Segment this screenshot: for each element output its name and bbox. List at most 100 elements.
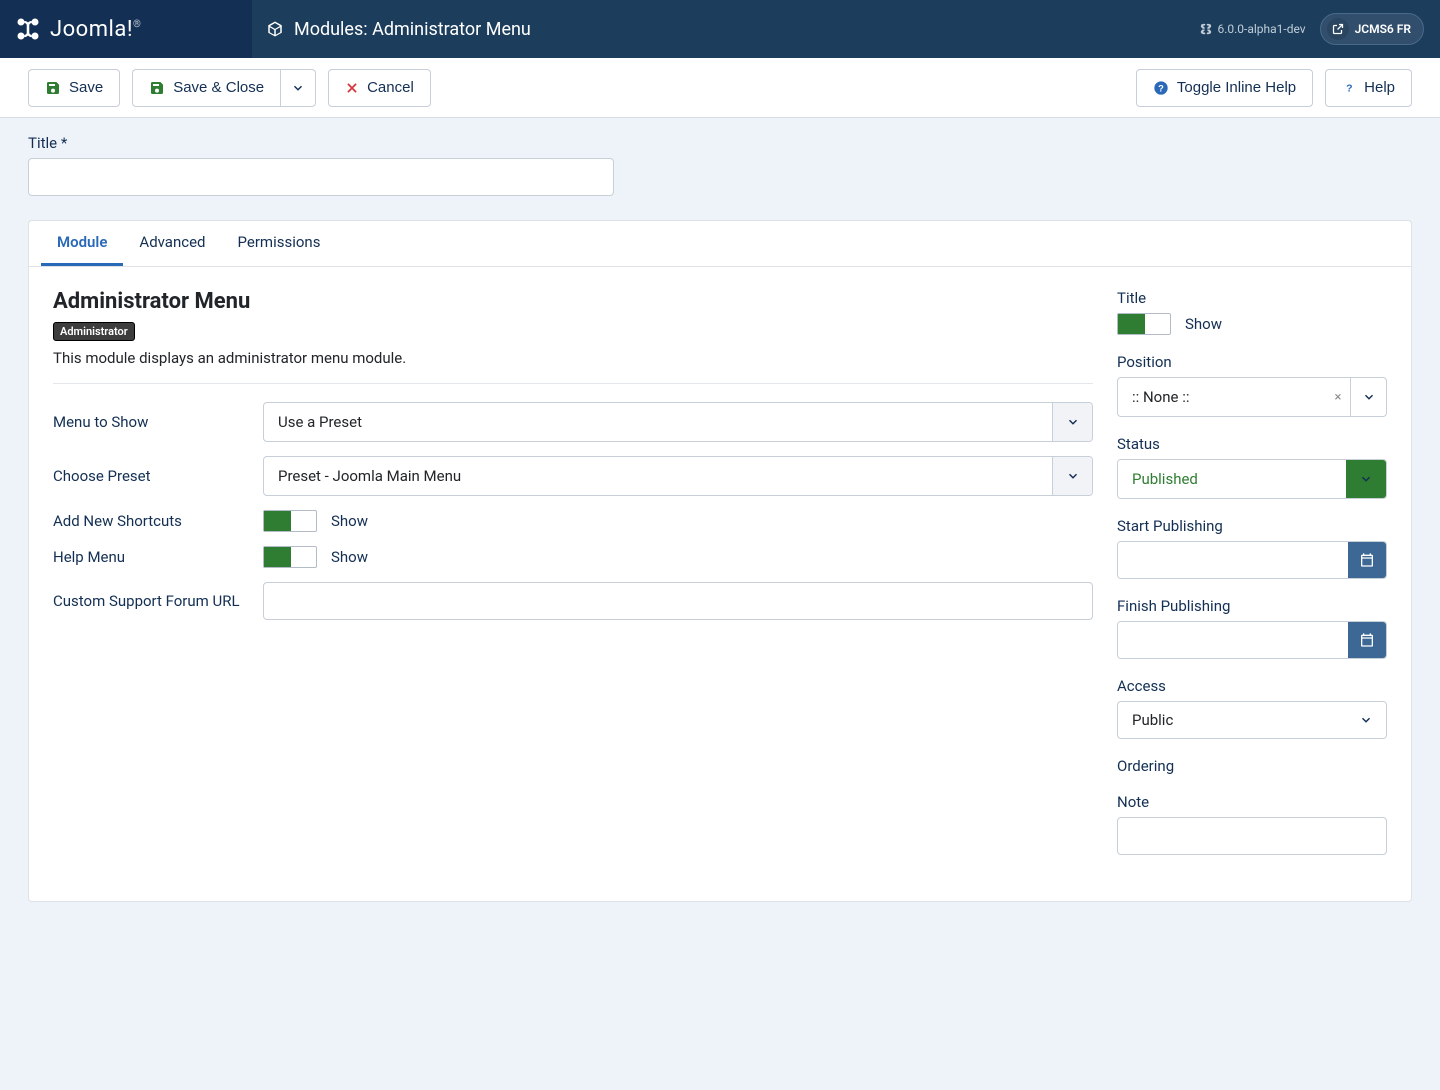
row-help-menu: Help Menu Show <box>53 546 1093 568</box>
page-title-text: Modules: Administrator Menu <box>294 19 531 40</box>
save-close-group: Save & Close <box>132 69 316 107</box>
choose-preset-value: Preset - Joomla Main Menu <box>264 457 1052 495</box>
calendar-button[interactable] <box>1348 542 1386 578</box>
note-label: Note <box>1117 793 1387 811</box>
side-column: Title Show Position :: None :: × Sta <box>1117 289 1387 873</box>
access-value: Public <box>1118 702 1346 738</box>
note-input[interactable] <box>1117 817 1387 855</box>
menu-to-show-label: Menu to Show <box>53 413 263 431</box>
question-circle-icon: ? <box>1153 80 1169 96</box>
tab-module[interactable]: Module <box>41 221 123 266</box>
position-value: :: None :: <box>1118 378 1326 416</box>
finish-pub-field <box>1117 621 1387 659</box>
external-link-icon <box>1327 18 1349 40</box>
start-pub-label: Start Publishing <box>1117 517 1387 535</box>
save-button[interactable]: Save <box>28 69 120 107</box>
help-button[interactable]: ? Help <box>1325 69 1412 107</box>
side-title-toggle[interactable] <box>1117 313 1171 335</box>
menu-to-show-select[interactable]: Use a Preset <box>263 402 1093 442</box>
custom-url-input[interactable] <box>263 582 1093 620</box>
choose-preset-label: Choose Preset <box>53 467 263 485</box>
menu-to-show-value: Use a Preset <box>264 403 1052 441</box>
save-close-label: Save & Close <box>173 79 264 96</box>
ordering-label: Ordering <box>1117 757 1387 775</box>
field-position: Position :: None :: × <box>1117 353 1387 417</box>
row-choose-preset: Choose Preset Preset - Joomla Main Menu <box>53 456 1093 496</box>
admin-badge: Administrator <box>53 322 135 341</box>
row-add-shortcuts: Add New Shortcuts Show <box>53 510 1093 532</box>
user-menu[interactable]: JCMS6 FR <box>1320 13 1424 45</box>
joomla-small-icon <box>1200 23 1212 35</box>
finish-pub-label: Finish Publishing <box>1117 597 1387 615</box>
status-value: Published <box>1118 460 1346 498</box>
user-name: JCMS6 FR <box>1355 22 1411 36</box>
add-shortcuts-state: Show <box>331 512 368 530</box>
start-pub-input[interactable] <box>1118 542 1348 578</box>
chevron-down-icon <box>1346 702 1386 738</box>
tab-advanced[interactable]: Advanced <box>123 221 221 266</box>
calendar-icon <box>1359 552 1375 568</box>
module-panel: Module Advanced Permissions Administrato… <box>28 220 1412 902</box>
toggle-help-button[interactable]: ? Toggle Inline Help <box>1136 69 1313 107</box>
calendar-button[interactable] <box>1348 622 1386 658</box>
field-finish-publishing: Finish Publishing <box>1117 597 1387 659</box>
field-ordering: Ordering <box>1117 757 1387 775</box>
module-heading: Administrator Menu <box>53 289 1093 314</box>
joomla-logo-icon <box>14 15 42 43</box>
row-custom-url: Custom Support Forum URL <box>53 582 1093 620</box>
divider <box>53 383 1093 384</box>
help-menu-state: Show <box>331 548 368 566</box>
field-status: Status Published <box>1117 435 1387 499</box>
toolbar: Save Save & Close Cancel ? Toggle Inline… <box>0 58 1440 118</box>
choose-preset-select[interactable]: Preset - Joomla Main Menu <box>263 456 1093 496</box>
add-shortcuts-label: Add New Shortcuts <box>53 512 263 530</box>
panel-body: Administrator Menu Administrator This mo… <box>29 267 1411 901</box>
question-icon: ? <box>1342 81 1356 95</box>
close-icon <box>345 81 359 95</box>
topbar-right: 6.0.0-alpha1-dev JCMS6 FR <box>1200 13 1440 45</box>
module-desc: This module displays an administrator me… <box>53 349 1093 367</box>
save-icon <box>45 80 61 96</box>
page-title: Modules: Administrator Menu <box>252 19 1200 40</box>
version-badge[interactable]: 6.0.0-alpha1-dev <box>1200 22 1305 36</box>
custom-url-label: Custom Support Forum URL <box>53 592 263 610</box>
field-start-publishing: Start Publishing <box>1117 517 1387 579</box>
save-label: Save <box>69 79 103 96</box>
brand-text: Joomla!® <box>50 17 141 42</box>
status-select[interactable]: Published <box>1117 459 1387 499</box>
field-note: Note <box>1117 793 1387 855</box>
cancel-button[interactable]: Cancel <box>328 69 431 107</box>
save-close-caret[interactable] <box>280 69 316 107</box>
side-title-label: Title <box>1117 289 1387 307</box>
svg-text:?: ? <box>1346 82 1352 94</box>
position-label: Position <box>1117 353 1387 371</box>
clear-icon[interactable]: × <box>1326 378 1350 416</box>
side-title-state: Show <box>1185 315 1222 333</box>
row-menu-to-show: Menu to Show Use a Preset <box>53 402 1093 442</box>
add-shortcuts-toggle[interactable] <box>263 510 317 532</box>
field-access: Access Public <box>1117 677 1387 739</box>
calendar-icon <box>1359 632 1375 648</box>
access-select[interactable]: Public <box>1117 701 1387 739</box>
main-column: Administrator Menu Administrator This mo… <box>53 289 1093 873</box>
topbar: Joomla!® Modules: Administrator Menu 6.0… <box>0 0 1440 58</box>
tab-permissions[interactable]: Permissions <box>222 221 337 266</box>
start-pub-field <box>1117 541 1387 579</box>
save-close-button[interactable]: Save & Close <box>132 69 280 107</box>
version-text: 6.0.0-alpha1-dev <box>1217 22 1305 36</box>
finish-pub-input[interactable] <box>1118 622 1348 658</box>
position-select[interactable]: :: None :: × <box>1117 377 1387 417</box>
tabs: Module Advanced Permissions <box>29 221 1411 267</box>
help-label: Help <box>1364 79 1395 96</box>
logo-area[interactable]: Joomla!® <box>0 0 252 58</box>
cube-icon <box>266 20 284 38</box>
chevron-down-icon <box>1350 378 1386 416</box>
field-title-toggle: Title Show <box>1117 289 1387 335</box>
access-label: Access <box>1117 677 1387 695</box>
chevron-down-icon <box>1052 403 1092 441</box>
title-input[interactable] <box>28 158 614 196</box>
page-area: Title * Module Advanced Permissions Admi… <box>0 118 1440 930</box>
status-label: Status <box>1117 435 1387 453</box>
help-menu-toggle[interactable] <box>263 546 317 568</box>
cancel-label: Cancel <box>367 79 414 96</box>
